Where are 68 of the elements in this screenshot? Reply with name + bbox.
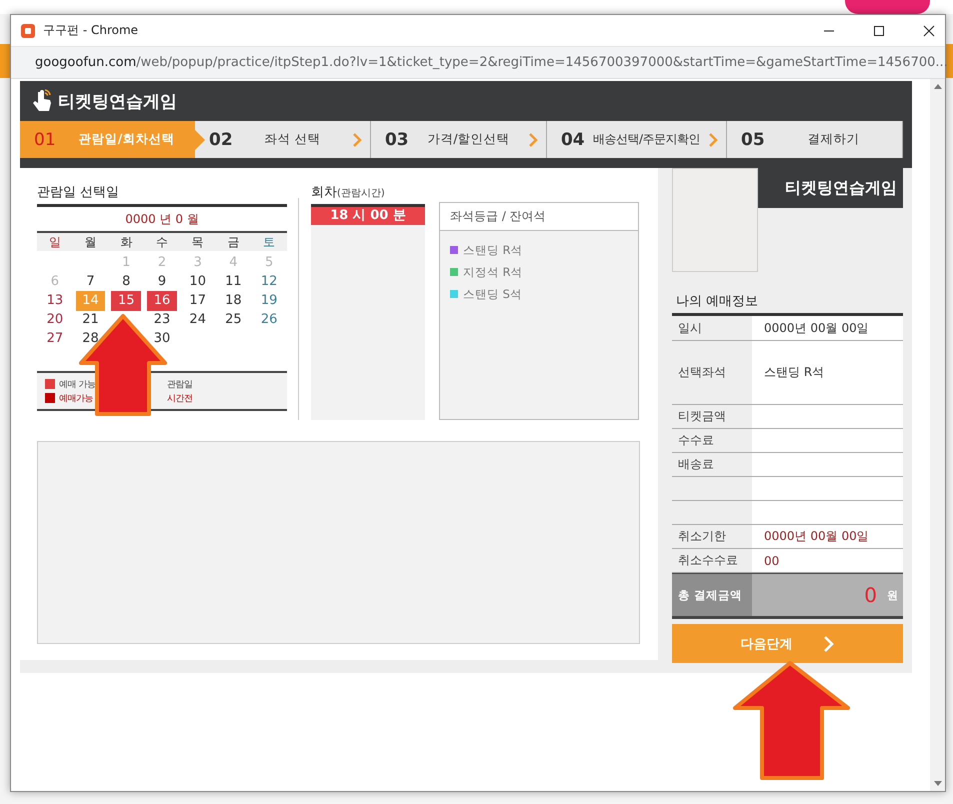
calendar-day[interactable]: 8 <box>122 272 130 290</box>
step-tab[interactable]: 05 결제하기 <box>727 121 903 158</box>
calendar-day: 3 <box>194 254 202 272</box>
calendar-day[interactable]: 21 <box>82 310 99 328</box>
seat-grade-text[interactable]: 지정석 R석 <box>463 264 523 280</box>
calendar-day[interactable]: 27 <box>46 330 64 348</box>
total-label: 총 결제금액 <box>678 588 742 602</box>
legend-text: 예매 가능 <box>59 378 96 390</box>
window-title: 구구펀 - Chrome <box>43 22 140 39</box>
calendar-day[interactable]: 20 <box>46 310 64 328</box>
seat-grade-text[interactable]: 스탠딩 S석 <box>463 286 522 302</box>
calendar-day: 1 <box>122 254 130 272</box>
calendar-day[interactable]: 25 <box>225 310 242 328</box>
weekday-label: 금 <box>226 234 240 250</box>
panel-heading: 좌석등급 / 잔여석 <box>440 203 638 231</box>
step-tab[interactable]: 03 가격/할인선택 <box>370 121 547 158</box>
calendar-day[interactable]: 24 <box>189 310 206 328</box>
round-item[interactable]: 18 시 00 분 <box>311 207 425 225</box>
calendar-day: 5 <box>265 254 274 272</box>
hand-pointer-icon <box>32 89 54 113</box>
calendar-day[interactable]: 13 <box>46 292 64 310</box>
section-heading: 관람일 선택일 <box>37 183 287 207</box>
calendar-day[interactable]: 30 <box>154 330 170 348</box>
section-subheading: (관람시간) <box>337 187 385 200</box>
weekday-label: 화 <box>119 234 134 250</box>
step-tab[interactable]: 02 좌석 선택 <box>194 121 371 158</box>
calendar-day[interactable]: 18 <box>225 292 242 310</box>
legend-text: 예매가능 <box>59 392 94 404</box>
calendar-day[interactable]: 28 <box>82 330 99 348</box>
calendar-day[interactable]: 19 <box>260 292 278 310</box>
calendar-day[interactable]: 26 <box>260 310 278 328</box>
app-icon <box>21 24 35 38</box>
calendar-day: 6 <box>50 272 59 290</box>
weekday-label: 월 <box>84 234 98 250</box>
calendar-day[interactable]: 12 <box>260 272 278 290</box>
close-icon[interactable] <box>923 24 935 36</box>
maximize-icon[interactable] <box>873 24 885 36</box>
calendar-day: 2 <box>158 254 166 272</box>
side-title: 티켓팅연습게임 <box>785 178 897 198</box>
calendar-day[interactable]: 17 <box>189 292 206 310</box>
page-title: 티켓팅연습게임 <box>58 90 177 112</box>
info-value: 0000년 00월 00일 <box>752 525 903 548</box>
scroll-down-icon[interactable] <box>934 781 942 787</box>
weekday-label: 일 <box>48 234 62 250</box>
legend-text: 관람일 <box>167 378 192 390</box>
scroll-up-icon[interactable] <box>934 83 942 89</box>
currency-unit: 원 <box>887 588 898 602</box>
weekday-label: 목 <box>190 234 205 250</box>
info-value: 00 <box>752 549 903 572</box>
calendar-day[interactable]: 9 <box>158 272 166 290</box>
calendar-day[interactable]: 7 <box>86 272 95 290</box>
calendar-day[interactable]: 23 <box>154 310 170 328</box>
total-amount: 0 <box>864 583 877 607</box>
calendar-day[interactable]: 15 <box>111 291 142 311</box>
step-tab[interactable]: 04 배송선택/주문지확인 <box>546 121 727 158</box>
section-heading: 회차 <box>311 184 337 201</box>
calendar-day[interactable]: 11 <box>225 272 242 290</box>
calendar-day[interactable]: 10 <box>189 272 206 290</box>
seat-grade-text[interactable]: 스탠딩 R석 <box>463 242 523 258</box>
legend-text: 시간전 <box>167 392 192 404</box>
info-value: 0000년 00월 00일 <box>752 316 903 340</box>
scrollbar[interactable] <box>930 79 945 791</box>
calendar-day: 4 <box>229 254 238 272</box>
weekday-label: 수 <box>155 234 170 250</box>
info-value: 스탠딩 R석 <box>752 341 903 404</box>
calendar-day[interactable]: 16 <box>147 291 177 311</box>
weekday-label: 토 <box>262 234 276 250</box>
chevron-icon <box>822 634 834 652</box>
